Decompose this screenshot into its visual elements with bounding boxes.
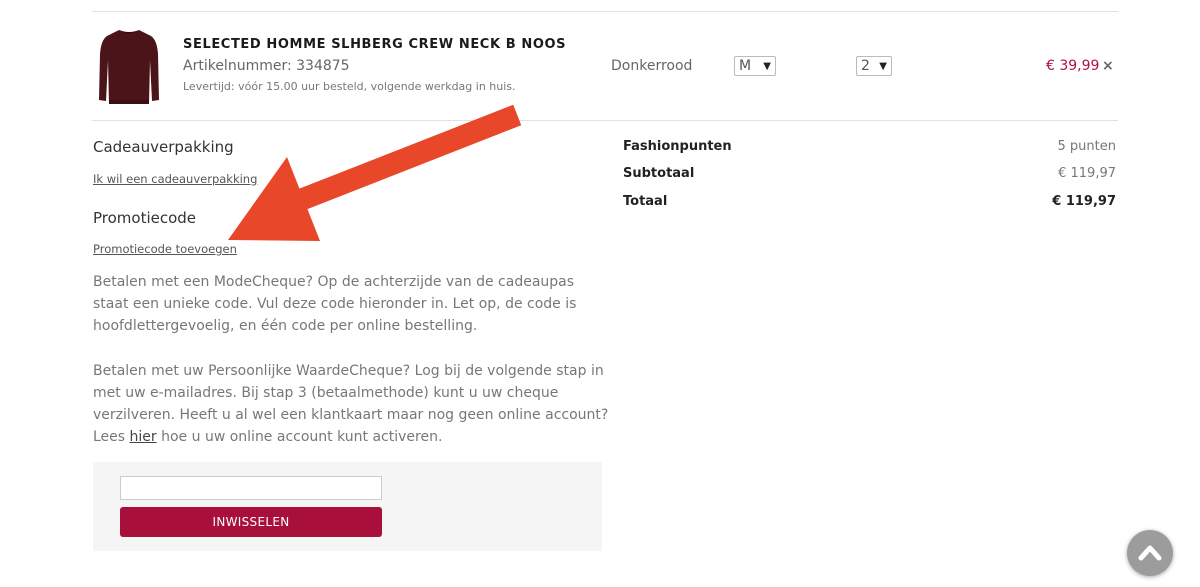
quantity-select[interactable]: 2 ▼ [856,56,892,76]
modecheque-info: Betalen met een ModeCheque? Op de achter… [93,274,577,334]
total-value: € 119,97 [1052,194,1116,209]
fashion-points-value: 5 punten [1057,139,1116,154]
product-image[interactable] [97,26,161,106]
product-divider [92,120,1118,121]
remove-item-icon[interactable]: × [1102,58,1114,74]
product-name[interactable]: SELECTED HOMME SLHBERG CREW NECK B NOOS [183,37,566,52]
top-divider [92,11,1118,12]
gift-wrap-link[interactable]: Ik wil een cadeauverpakking [93,172,257,186]
chevron-down-icon: ▼ [879,61,887,72]
redeem-button[interactable]: INWISSELEN [120,507,382,537]
add-promo-link[interactable]: Promotiecode toevoegen [93,242,237,256]
chevron-down-icon: ▼ [763,61,771,72]
subtotal-label: Subtotaal [623,166,695,181]
delivery-time: Levertijd: vóór 15.00 uur besteld, volge… [183,80,516,93]
gift-heading: Cadeauverpakking [93,138,234,156]
subtotal-value: € 119,97 [1058,166,1116,181]
fashion-points-label: Fashionpunten [623,139,732,154]
article-number: Artikelnummer: 334875 [183,58,350,74]
size-value: M [739,58,752,74]
chevron-up-icon [1138,545,1162,561]
quantity-value: 2 [861,58,870,74]
product-color: Donkerrood [611,58,693,74]
waardecheque-text-2: hoe u uw online account kunt activeren. [156,429,443,445]
activate-account-link[interactable]: hier [130,429,157,445]
waardecheque-info: Betalen met uw Persoonlijke WaardeCheque… [93,360,613,448]
promo-code-input[interactable] [120,476,382,500]
size-select[interactable]: M ▼ [734,56,776,76]
item-price: € 39,99 [1046,58,1100,74]
promo-heading: Promotiecode [93,209,197,227]
total-label: Totaal [623,194,668,209]
scroll-top-button[interactable] [1127,530,1173,576]
